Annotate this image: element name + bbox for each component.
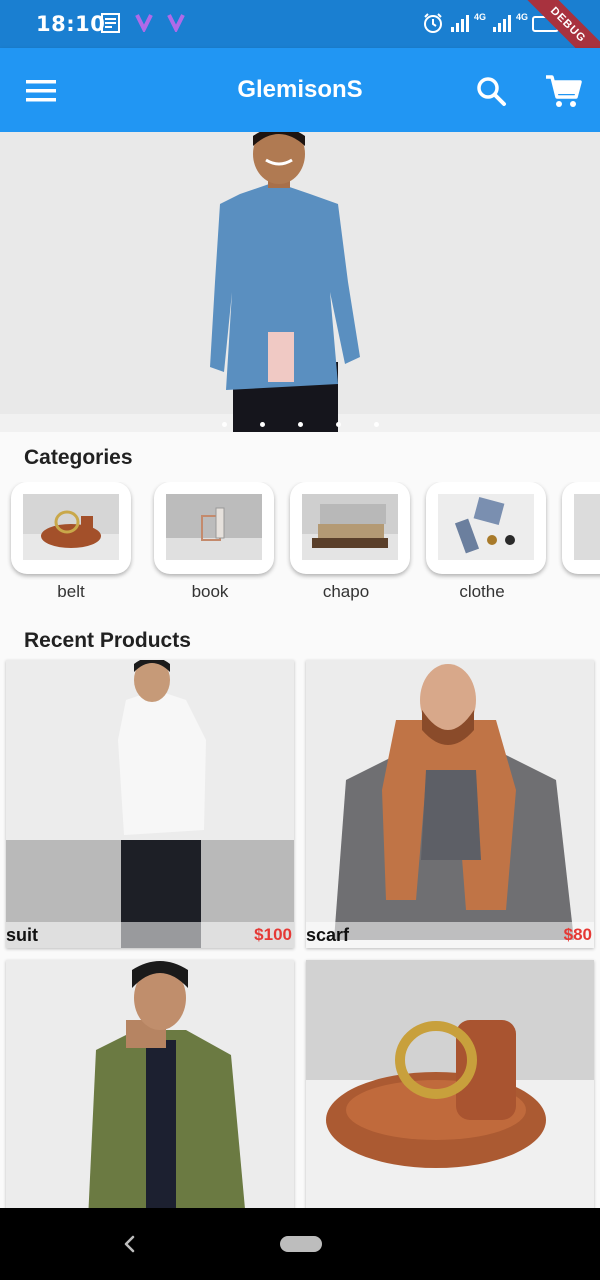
category-label: clothe [459,582,505,601]
categories-heading: Categories [24,446,133,469]
category-label: chapo [322,582,370,601]
home-button[interactable] [280,1236,322,1252]
carousel-image [0,132,600,432]
signal-icon [493,15,511,32]
carousel-dot[interactable] [260,422,265,427]
category-card[interactable] [154,482,274,574]
status-bar: 18:10 4G 4G DEBUG [0,0,600,76]
belt-image [23,494,119,560]
search-icon [477,77,506,106]
app-bar: GlemisonS [0,48,600,132]
carousel-dot[interactable] [374,422,379,427]
category-label: book [191,582,229,601]
product-card[interactable] [6,960,294,1248]
category-card[interactable] [11,482,131,574]
cart-icon [546,75,582,107]
product-price: $100 [254,925,292,944]
recent-products-heading: Recent Products [24,629,191,652]
product-footer: scarf $80 [306,922,594,948]
cart-button[interactable] [542,70,584,112]
product-card[interactable]: scarf $80 [306,660,594,948]
back-icon [124,1235,135,1253]
alarm-icon [424,13,442,33]
system-nav-bar [0,1208,600,1280]
category-list[interactable]: belt book chapo clothe [0,482,600,604]
category-image [166,494,262,560]
product-image [306,660,594,948]
category-card[interactable] [290,482,410,574]
carousel-dot[interactable] [336,422,341,427]
app-root: 18:10 4G 4G DEBUG GlemisonS Categories b… [0,0,600,1280]
app-notification-icon [167,14,185,32]
news-icon [101,13,120,33]
product-card[interactable]: suit $100 [6,660,294,948]
network-type-label: 4G [516,12,529,22]
category-label: belt [57,582,85,601]
chapo-image [302,494,398,560]
category-image [438,494,534,560]
hero-carousel[interactable] [0,132,600,432]
category-card[interactable] [426,482,546,574]
carousel-dot[interactable] [222,422,227,427]
category-image [23,494,119,560]
category-partial-image [574,494,600,560]
product-price: $80 [563,925,592,944]
book-image [166,494,262,560]
product-image [6,660,294,948]
product-footer: suit $100 [6,922,294,948]
search-button[interactable] [470,70,512,112]
product-image [306,960,594,1248]
carousel-dot[interactable] [298,422,303,427]
status-time: 18:10 [36,12,106,36]
network-type-label: 4G [474,12,487,22]
clothe-image [438,494,534,560]
category-image [302,494,398,560]
product-name: suit [6,925,39,945]
product-image [6,960,294,1248]
product-name: scarf [306,925,350,945]
category-image [574,494,600,560]
app-notification-icon [135,14,153,32]
product-card[interactable] [306,960,594,1248]
signal-icon [451,15,469,32]
category-card[interactable] [562,482,600,574]
back-button[interactable] [116,1230,144,1258]
